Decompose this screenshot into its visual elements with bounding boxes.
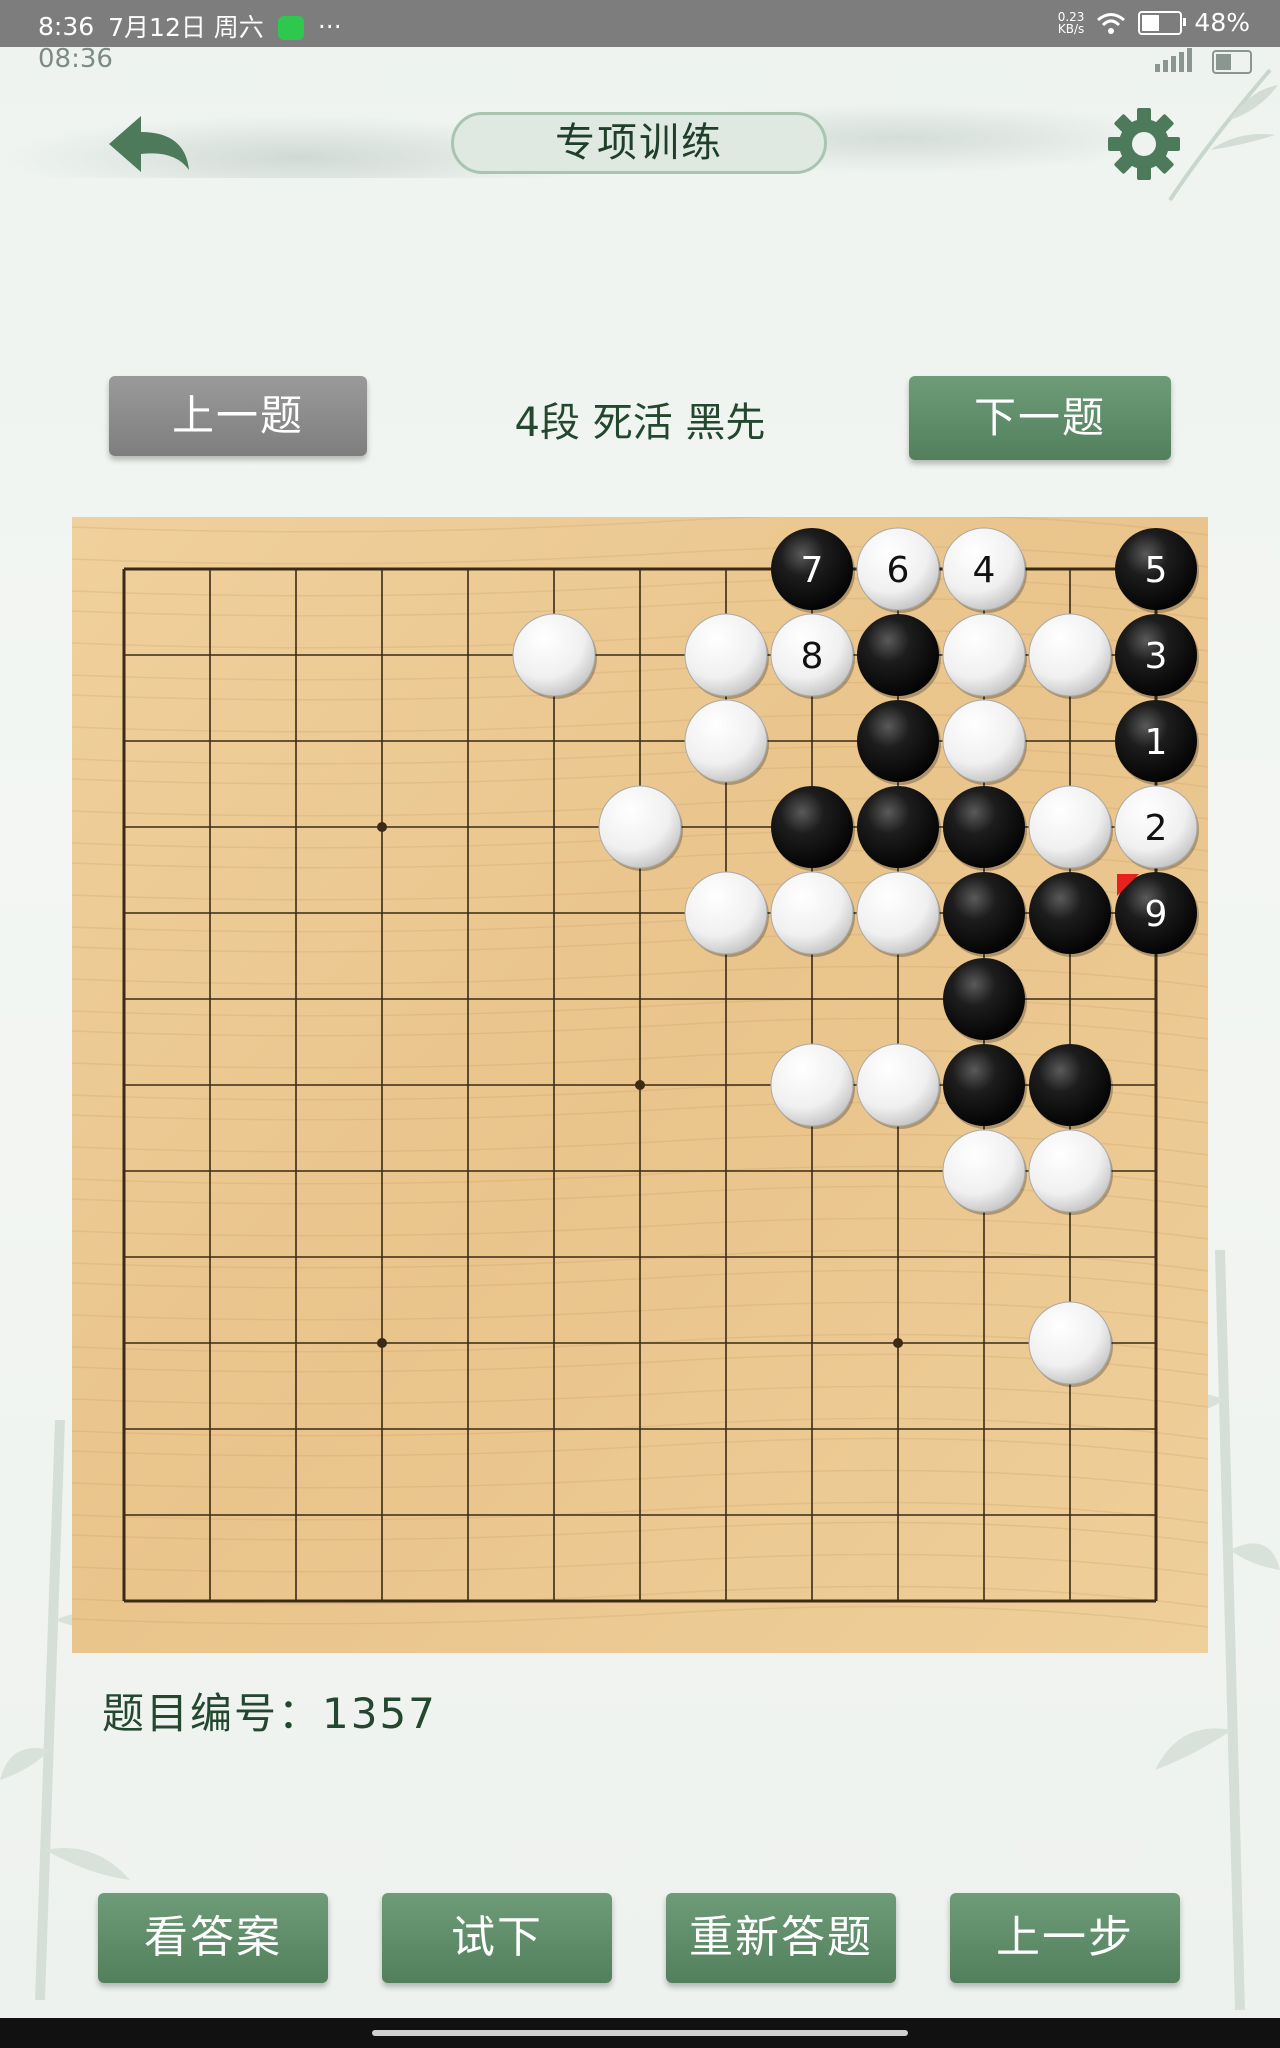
status-date: 7月12日 周六 [108, 13, 264, 42]
star-point [635, 1080, 645, 1090]
stone-move-number: 5 [1145, 550, 1168, 591]
stone-move-number: 2 [1145, 808, 1168, 849]
try-move-button[interactable]: 试下 [382, 1893, 612, 1983]
status-bar: 8:36 7月12日 周六 ··· 0.23 KB/s 48% [0, 0, 1280, 47]
stone-move-number: 4 [973, 550, 996, 591]
settings-gear-icon[interactable] [1108, 108, 1180, 180]
stone-move-number: 9 [1145, 894, 1168, 935]
stone-move-number: 8 [801, 636, 824, 677]
home-indicator[interactable] [372, 2030, 908, 2036]
star-point [377, 1338, 387, 1348]
more-notifications-icon: ··· [317, 11, 342, 41]
puzzle-number: 题目编号：1357 [102, 1689, 437, 1738]
problem-level-text: 4段 死活 黑先 [514, 400, 766, 446]
stone-move-number: 1 [1145, 722, 1168, 763]
star-point [377, 822, 387, 832]
battery-percent: 48% [1194, 8, 1250, 37]
go-board[interactable]: 7 6 4 5 8 3 1 2 9 [72, 517, 1208, 1653]
net-speed: 0.23 KB/s [1057, 9, 1085, 36]
page-title: 专项训练 [451, 112, 827, 174]
back-arrow-icon[interactable] [105, 112, 195, 182]
status-time: 8:36 [38, 11, 95, 41]
view-answer-button[interactable]: 看答案 [98, 1893, 328, 1983]
restart-problem-button[interactable]: 重新答题 [666, 1893, 896, 1983]
overlay-clock: 08:36 [38, 44, 113, 74]
wifi-icon [1097, 12, 1126, 34]
prev-problem-button[interactable]: 上一题 [109, 376, 367, 456]
stone-move-number: 7 [801, 550, 824, 591]
stone-move-number: 6 [887, 550, 910, 591]
stone-move-number: 3 [1145, 636, 1168, 677]
battery-icon [1138, 10, 1187, 35]
undo-step-button[interactable]: 上一步 [950, 1893, 1180, 1983]
star-point [893, 1338, 903, 1348]
next-problem-button[interactable]: 下一题 [909, 376, 1171, 460]
wechat-notification-icon [277, 16, 304, 40]
system-nav-bar [0, 2018, 1280, 2048]
